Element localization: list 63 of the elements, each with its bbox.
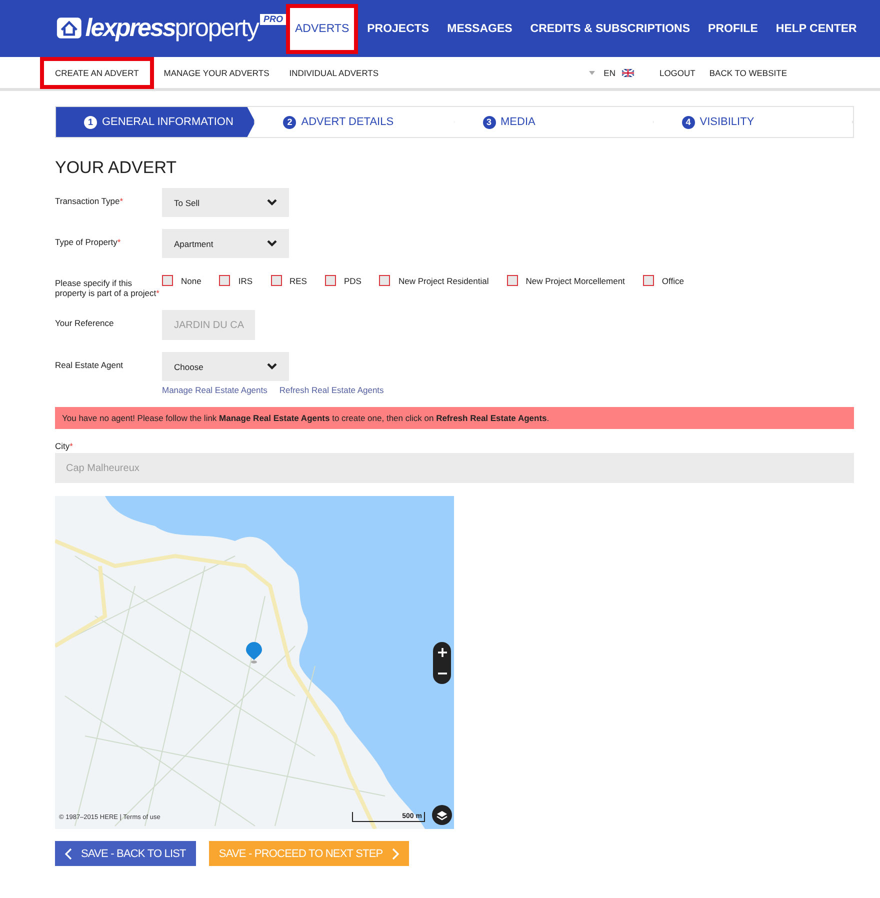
required-mark: * <box>117 237 121 247</box>
logo-text: lexpress <box>85 14 175 43</box>
checkbox-label: IRS <box>238 276 252 286</box>
nav-tab[interactable]: MESSAGES <box>438 6 522 50</box>
checkbox[interactable] <box>324 275 336 286</box>
nav-tab[interactable]: HELP CENTER <box>766 6 866 50</box>
checkbox-label: New Project Residential <box>398 276 489 286</box>
required-mark: * <box>120 196 124 206</box>
nav-tab[interactable]: PROFILE <box>699 6 767 50</box>
select-field[interactable]: To Sell <box>162 188 289 217</box>
field-label: Real Estate Agent <box>55 359 124 370</box>
required-mark: * <box>70 441 73 451</box>
wizard-step[interactable]: 4 VISIBILITY <box>654 107 853 137</box>
checkbox[interactable] <box>379 275 390 286</box>
map-pin-icon <box>246 642 262 664</box>
flag-icon <box>622 68 634 76</box>
field-label: Type of Property* <box>55 236 122 247</box>
checkbox-label: PDS <box>344 276 362 286</box>
checkbox-label: None <box>181 276 202 286</box>
checkbox-label: RES <box>290 276 307 286</box>
wizard-step[interactable]: 3 MEDIA <box>454 107 654 137</box>
chevron-down-icon <box>267 240 277 247</box>
checkbox[interactable] <box>162 275 173 286</box>
text-link[interactable]: Refresh Real Estate Agents <box>279 385 384 395</box>
field-label: Your Reference <box>55 317 115 328</box>
subnav-link[interactable]: INDIVIDUAL ADVERTS <box>279 56 389 88</box>
wizard-step[interactable]: 2 ADVERT DETAILS <box>255 107 454 137</box>
field-label: Transaction Type* <box>55 195 124 206</box>
nav-tab[interactable]: CREDITS & SUBSCRIPTIONS <box>521 6 700 50</box>
subnav-link[interactable]: MANAGE YOUR ADVERTS <box>154 56 280 88</box>
alert-message: You have no agent! Please follow the link Manage Real Estate Agents to create one, then click on Refresh Real Estate Agents. <box>55 407 854 429</box>
header-link[interactable]: LOGOUT <box>652 56 702 88</box>
checkbox[interactable] <box>270 275 282 286</box>
nav-tab[interactable]: PROJECTS <box>358 6 438 50</box>
chevron-right-icon <box>392 848 399 860</box>
field-label: City* <box>55 441 74 451</box>
wizard-step[interactable]: 1 GENERAL INFORMATION <box>56 107 256 137</box>
header-link[interactable]: BACK TO WEBSITE <box>702 56 794 88</box>
chevron-down-icon <box>267 363 277 370</box>
caret-icon <box>588 70 595 74</box>
house-logo-icon <box>56 16 82 40</box>
select-field[interactable]: Apartment <box>162 229 289 258</box>
language-selector[interactable]: EN <box>596 56 622 88</box>
nav-tab[interactable]: ADVERTS <box>286 4 358 54</box>
subnav-link[interactable]: CREATE AN ADVERT <box>40 56 154 88</box>
zoom-control[interactable] <box>433 642 451 684</box>
field-label: Please specify if this property is part of a project* <box>55 277 160 298</box>
chevron-down-icon <box>267 199 277 206</box>
text-link[interactable]: Manage Real Estate Agents <box>162 385 268 395</box>
section-title: YOUR ADVERT <box>55 158 178 178</box>
logo-badge: PRO <box>260 14 286 25</box>
checkbox[interactable] <box>219 275 230 286</box>
chevron-left-icon <box>65 848 72 860</box>
back-button[interactable]: SAVE - BACK TO LIST <box>55 841 196 866</box>
zoom-in-icon[interactable] <box>438 648 446 657</box>
select-field[interactable]: Choose <box>162 352 289 381</box>
checkbox-label: Office <box>662 276 684 286</box>
checkbox-label: New Project Morcellement <box>526 276 625 286</box>
logo-text: property <box>174 14 258 43</box>
checkbox[interactable] <box>506 275 518 286</box>
required-mark: * <box>156 288 160 298</box>
checkbox[interactable] <box>642 275 654 286</box>
layers-icon[interactable] <box>432 805 452 825</box>
